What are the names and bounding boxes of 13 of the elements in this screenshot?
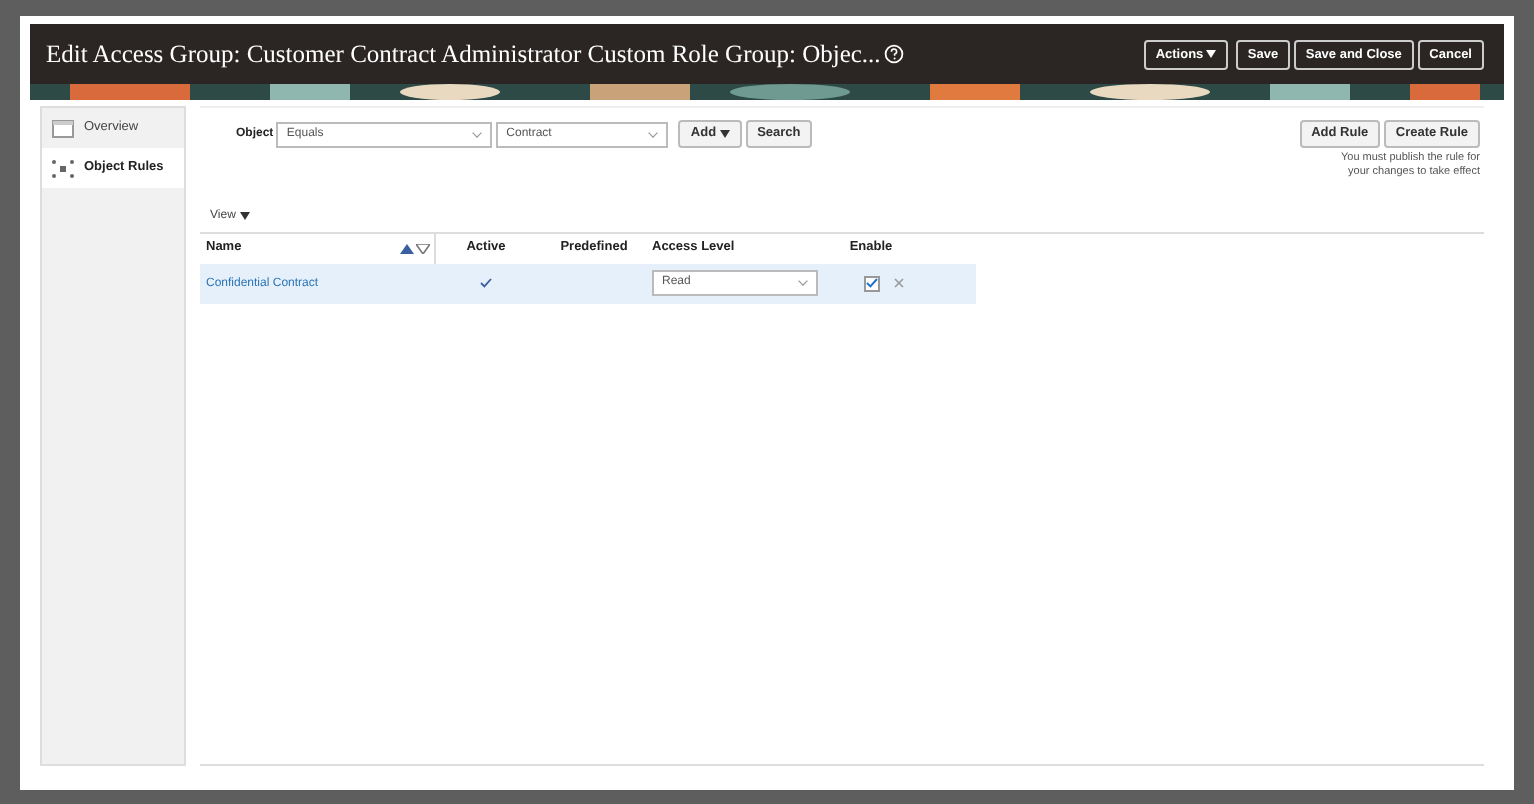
- chevron-down-icon: [798, 280, 808, 287]
- caret-icon: [1206, 50, 1217, 58]
- sort-descending-icon[interactable]: [416, 243, 431, 254]
- sort-ascending-icon[interactable]: [399, 243, 413, 254]
- nodes-icon: [52, 159, 74, 177]
- enable-checkbox[interactable]: [863, 275, 879, 292]
- caret-icon: [239, 212, 250, 221]
- help-icon[interactable]: [884, 44, 905, 64]
- chevron-down-icon: [648, 131, 659, 137]
- caret-icon: [719, 130, 730, 138]
- panel-icon: [52, 119, 74, 137]
- chevron-down-icon: [472, 131, 483, 137]
- dialog-title: Edit Access Group: Customer Contract Administrator Custom Role Group: Objec...: [46, 37, 881, 72]
